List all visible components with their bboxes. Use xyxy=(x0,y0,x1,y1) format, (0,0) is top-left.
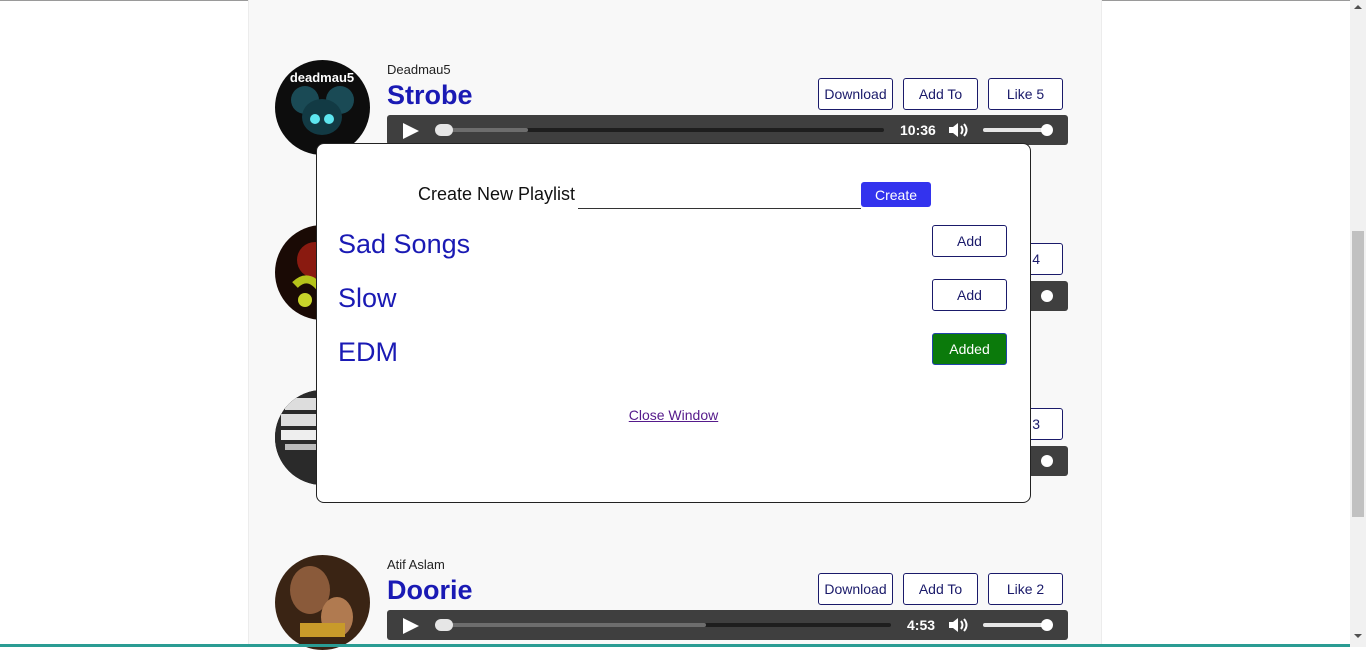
time-display: 4:53 xyxy=(907,617,936,633)
volume-handle[interactable] xyxy=(1041,619,1053,631)
volume-icon[interactable] xyxy=(948,122,972,138)
song-title[interactable]: Doorie xyxy=(387,575,473,606)
vertical-scrollbar[interactable] xyxy=(1350,0,1366,647)
seek-buffered xyxy=(443,623,706,627)
create-playlist-label: Create New Playlist xyxy=(418,184,576,204)
playlist-name: Sad Songs xyxy=(338,229,471,259)
volume-handle[interactable] xyxy=(1041,290,1053,302)
song-title[interactable]: Strobe xyxy=(387,80,473,111)
scroll-down-icon[interactable] xyxy=(1354,634,1362,638)
add-to-playlist-button[interactable]: Add xyxy=(932,279,1007,311)
play-icon[interactable] xyxy=(403,123,419,139)
add-to-playlist-button[interactable]: Add xyxy=(932,225,1007,257)
playlist-name: EDM xyxy=(338,337,398,367)
volume-icon[interactable] xyxy=(948,617,972,633)
download-button[interactable]: Download xyxy=(818,78,893,110)
seek-handle[interactable] xyxy=(435,619,453,631)
play-icon[interactable] xyxy=(403,618,419,634)
like-button[interactable]: Like 5 xyxy=(988,78,1063,110)
download-button[interactable]: Download xyxy=(818,573,893,605)
new-playlist-input[interactable] xyxy=(578,184,861,209)
svg-text:deadmau5: deadmau5 xyxy=(290,70,354,85)
song-artist: Deadmau5 xyxy=(387,62,451,77)
scroll-up-icon[interactable] xyxy=(1354,5,1362,9)
seek-handle[interactable] xyxy=(435,124,453,136)
volume-handle[interactable] xyxy=(1041,124,1053,136)
close-window-link[interactable]: Close Window xyxy=(317,407,1030,423)
song-item: deadmau5 Deadmau5 Strobe Download Add To… xyxy=(275,60,1070,155)
playlist-name: Slow xyxy=(338,283,397,313)
audio-player: 4:53 xyxy=(387,610,1068,640)
volume-slider[interactable] xyxy=(983,623,1047,627)
time-display: 10:36 xyxy=(900,122,936,138)
song-artist: Atif Aslam xyxy=(387,557,445,572)
audio-player: 10:36 xyxy=(387,115,1068,145)
scrollbar-thumb[interactable] xyxy=(1352,231,1364,517)
album-art: deadmau5 xyxy=(275,60,370,155)
add-to-button[interactable]: Add To xyxy=(903,78,978,110)
seek-buffered xyxy=(443,128,528,132)
volume-slider[interactable] xyxy=(983,128,1047,132)
add-to-playlist-modal: Create New Playlist Create Sad Songs Add… xyxy=(316,143,1031,503)
seek-bar[interactable] xyxy=(443,128,884,132)
seek-bar[interactable] xyxy=(443,623,891,627)
added-to-playlist-button[interactable]: Added xyxy=(932,333,1007,365)
song-item: Atif Aslam Doorie Download Add To Like 2… xyxy=(275,555,1070,650)
album-art xyxy=(275,555,370,650)
like-button[interactable]: Like 2 xyxy=(988,573,1063,605)
add-to-button[interactable]: Add To xyxy=(903,573,978,605)
volume-handle[interactable] xyxy=(1041,455,1053,467)
create-playlist-button[interactable]: Create xyxy=(861,182,931,207)
